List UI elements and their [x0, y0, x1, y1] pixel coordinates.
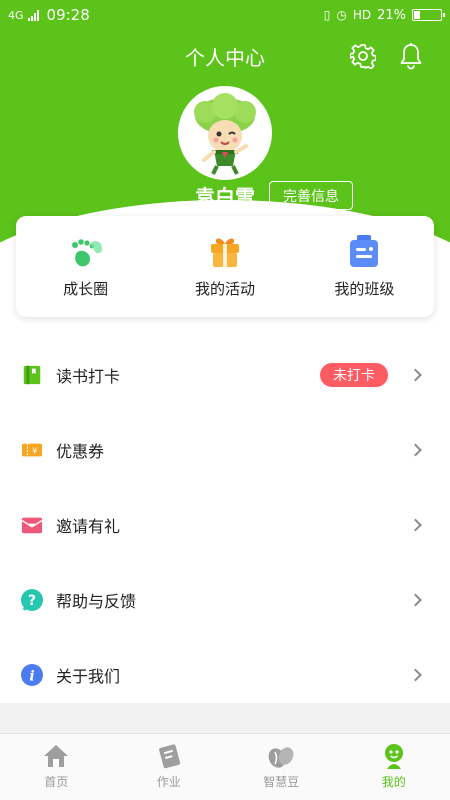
- vibrate-icon: ▯: [323, 8, 331, 22]
- nav-item-home[interactable]: 首页: [0, 734, 113, 800]
- footprint-icon: [71, 239, 102, 267]
- profile-screen: 4G 09:28 ▯ ◷ HD 21% 个人中心 袁白雪 完善信息 成长圈 我的…: [0, 0, 450, 800]
- gear-icon[interactable]: [350, 43, 376, 69]
- svg-text:?: ?: [28, 593, 36, 609]
- info-icon: i: [20, 663, 44, 687]
- bottom-nav: 首页 作业 智慧豆 我的: [0, 733, 450, 800]
- menu-item-help-feedback[interactable]: ? 帮助与反馈: [0, 562, 450, 637]
- hd-indicator: HD: [352, 8, 372, 22]
- battery-percent: 21%: [377, 7, 406, 23]
- menu-item-coupons[interactable]: ¥ 优惠券: [0, 412, 450, 487]
- class-icon: [350, 235, 379, 267]
- bean-icon: [268, 747, 294, 768]
- menu-item-label: 邀请有礼: [56, 516, 121, 536]
- nav-label: 智慧豆: [263, 775, 300, 789]
- signal-icon: [27, 9, 39, 21]
- chevron-right-icon: [409, 668, 422, 681]
- quick-action-my-class[interactable]: 我的班级: [295, 216, 434, 317]
- nav-item-homework[interactable]: 作业: [113, 734, 226, 800]
- status-bar: 4G 09:28 ▯ ◷ HD 21%: [0, 0, 450, 30]
- status-badge: 未打卡: [320, 362, 388, 387]
- battery-icon: [412, 9, 445, 21]
- complete-profile-button[interactable]: 完善信息: [269, 181, 353, 210]
- chevron-right-icon: [409, 593, 422, 606]
- chevron-right-icon: [409, 443, 422, 456]
- homework-icon: [158, 744, 180, 769]
- quick-action-growth-circle[interactable]: 成长圈: [16, 216, 155, 317]
- help-icon: ?: [20, 588, 44, 612]
- menu-item-invite[interactable]: 邀请有礼: [0, 487, 450, 562]
- menu-item-label: 读书打卡: [56, 366, 121, 386]
- quick-action-label: 成长圈: [63, 280, 109, 298]
- quick-actions-card: 成长圈 我的活动 我的班级: [16, 216, 434, 317]
- invite-icon: [20, 513, 44, 537]
- menu-item-label: 帮助与反馈: [56, 591, 137, 611]
- menu-item-about-us[interactable]: i 关于我们: [0, 637, 450, 712]
- avatar[interactable]: [178, 86, 272, 180]
- profile-icon: [384, 744, 403, 769]
- menu-item-label: 关于我们: [56, 666, 121, 686]
- svg-text:i: i: [29, 668, 34, 684]
- quick-action-label: 我的班级: [334, 280, 395, 298]
- home-icon: [44, 745, 69, 767]
- page-title: 个人中心: [185, 46, 265, 70]
- network-type: 4G: [8, 8, 24, 22]
- chevron-right-icon: [409, 368, 422, 381]
- nav-item-wisdom-beans[interactable]: 智慧豆: [225, 734, 338, 800]
- menu-item-label: 优惠券: [56, 441, 105, 461]
- mascot-avatar-icon: [194, 93, 256, 175]
- nav-item-profile[interactable]: 我的: [338, 734, 450, 800]
- quick-action-label: 我的活动: [194, 280, 255, 298]
- gift-icon: [210, 238, 239, 267]
- bell-icon[interactable]: [398, 42, 424, 70]
- nav-label: 首页: [44, 775, 69, 789]
- section-divider: [0, 703, 450, 733]
- clock: 09:28: [46, 6, 90, 24]
- quick-action-my-activities[interactable]: 我的活动: [155, 216, 294, 317]
- alarm-icon: ◷: [336, 8, 347, 22]
- menu-list: 读书打卡 未打卡 ¥ 优惠券 邀请有礼 ? 帮助与反馈 i 关于我们: [0, 337, 450, 712]
- coupon-icon: ¥: [20, 438, 44, 462]
- nav-label: 我的: [381, 775, 406, 789]
- username: 袁白雪: [195, 185, 255, 209]
- chevron-right-icon: [409, 518, 422, 531]
- svg-text:¥: ¥: [32, 445, 37, 455]
- book-icon: [20, 363, 44, 387]
- menu-item-reading-checkin[interactable]: 读书打卡 未打卡: [0, 337, 450, 412]
- nav-label: 作业: [156, 775, 181, 789]
